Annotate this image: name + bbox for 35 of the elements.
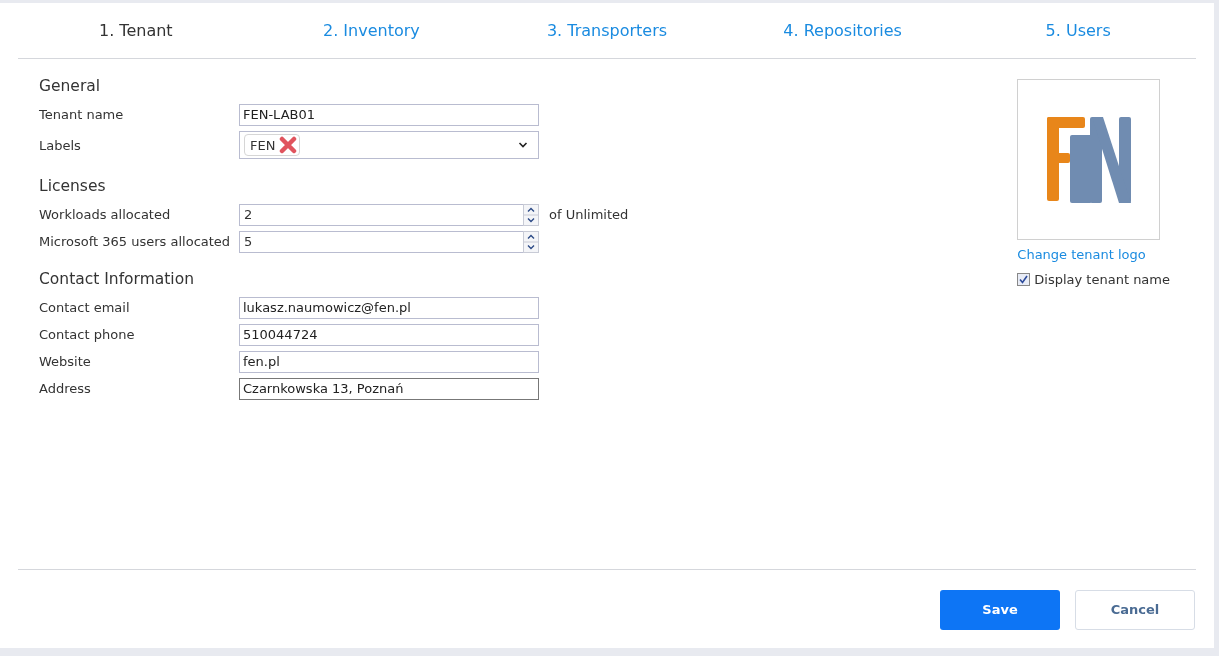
field-label: Microsoft 365 users allocated (39, 234, 232, 249)
number-field[interactable]: 2 (239, 203, 539, 226)
text-field[interactable]: 510044724 (239, 323, 539, 346)
section-heading: Licenses (39, 177, 107, 195)
step-tab[interactable]: 1. Tenant (93, 17, 179, 44)
field-label: Workloads allocated (39, 207, 172, 222)
labels-dropdown[interactable]: FEN (239, 131, 539, 159)
save-button[interactable]: Save (940, 589, 1060, 630)
step-tab[interactable]: 5. Users (1039, 17, 1117, 44)
text-field[interactable]: Czarnkowska 13, Poznań (239, 377, 539, 400)
cancel-button[interactable]: Cancel (1075, 589, 1195, 630)
field-label: Contact email (39, 300, 131, 315)
section-heading: Contact Information (39, 270, 195, 288)
label-tag: FEN (244, 134, 301, 156)
text-field[interactable]: fen.pl (239, 350, 539, 373)
step-tab[interactable]: 2. Inventory (317, 17, 426, 44)
field-label: Tenant name (39, 107, 125, 122)
change-logo-link[interactable]: Change tenant logo (1017, 247, 1170, 262)
step-tab[interactable]: 3. Transporters (540, 17, 674, 44)
checkbox-label: Display tenant name (1034, 272, 1170, 287)
text-field[interactable]: FEN-LAB01 (239, 103, 539, 126)
number-field[interactable]: 5 (239, 230, 539, 253)
chevron-down-icon[interactable] (518, 141, 528, 149)
spinner-arrows-icon[interactable] (523, 203, 539, 226)
remove-icon[interactable] (279, 136, 298, 154)
field-label: Address (39, 381, 92, 396)
step-tab[interactable]: 4. Repositories (777, 17, 908, 44)
spinner-arrows-icon[interactable] (523, 230, 539, 253)
field-label: Labels (39, 137, 82, 153)
field-label: Website (39, 354, 92, 369)
section-heading: General (39, 77, 102, 95)
checkbox[interactable] (1017, 273, 1031, 286)
limit-text: of Unlimited (549, 207, 629, 222)
text-field[interactable]: lukasz.naumowicz@fen.pl (239, 296, 539, 319)
field-label: Contact phone (39, 327, 136, 342)
